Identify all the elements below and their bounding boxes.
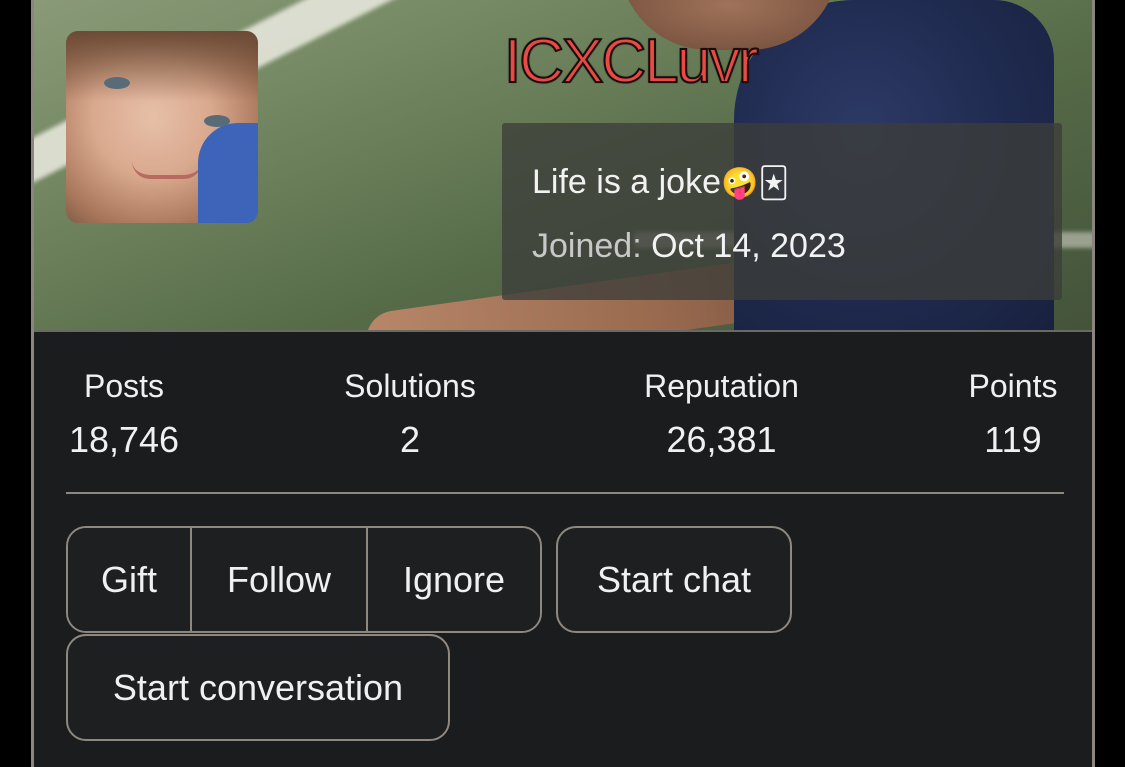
- joined-date: Oct 14, 2023: [651, 227, 846, 265]
- avatar-hair: [66, 31, 258, 101]
- stat-reputation[interactable]: Reputation 26,381: [629, 368, 814, 461]
- bio: Life is a joke🤪🃏: [532, 163, 789, 202]
- profile-stats: Posts 18,746 Solutions 2 Reputation 26,3…: [34, 368, 1092, 468]
- stat-posts[interactable]: Posts 18,746: [64, 368, 184, 461]
- stat-points-value: 119: [984, 419, 1042, 460]
- ignore-button[interactable]: Ignore: [368, 528, 540, 631]
- stat-solutions-value: 2: [399, 419, 421, 460]
- joined-label: Joined:: [532, 227, 642, 265]
- stat-posts-label: Posts: [83, 368, 165, 404]
- action-button-group: Gift Follow Ignore: [66, 526, 542, 633]
- avatar[interactable]: [66, 31, 258, 223]
- stat-solutions[interactable]: Solutions 2: [330, 368, 490, 461]
- stats-divider: [66, 492, 1064, 494]
- stat-posts-value: 18,746: [68, 419, 180, 460]
- avatar-clothing: [198, 123, 258, 223]
- gift-button[interactable]: Gift: [68, 528, 192, 631]
- bio-text: Life is a joke: [532, 163, 721, 201]
- stat-points-label: Points: [968, 368, 1058, 404]
- bio-emojis: 🤪🃏: [721, 166, 790, 201]
- follow-button[interactable]: Follow: [192, 528, 368, 631]
- stat-points[interactable]: Points 119: [958, 368, 1068, 461]
- profile-banner: ICXCLuvr Life is a joke🤪🃏 Joined: Oct 14…: [34, 0, 1092, 332]
- joined-row: Joined: Oct 14, 2023: [532, 227, 846, 266]
- stat-reputation-label: Reputation: [644, 368, 799, 404]
- profile-info-box: Life is a joke🤪🃏 Joined: Oct 14, 2023: [502, 123, 1062, 300]
- stat-solutions-label: Solutions: [344, 368, 476, 404]
- stat-reputation-value: 26,381: [666, 419, 777, 460]
- avatar-mouth: [132, 161, 202, 179]
- start-chat-button[interactable]: Start chat: [556, 526, 792, 633]
- avatar-eye-left: [104, 77, 130, 89]
- start-conversation-button[interactable]: Start conversation: [66, 634, 450, 741]
- username[interactable]: ICXCLuvr: [503, 26, 760, 97]
- profile-card: ICXCLuvr Life is a joke🤪🃏 Joined: Oct 14…: [31, 0, 1095, 767]
